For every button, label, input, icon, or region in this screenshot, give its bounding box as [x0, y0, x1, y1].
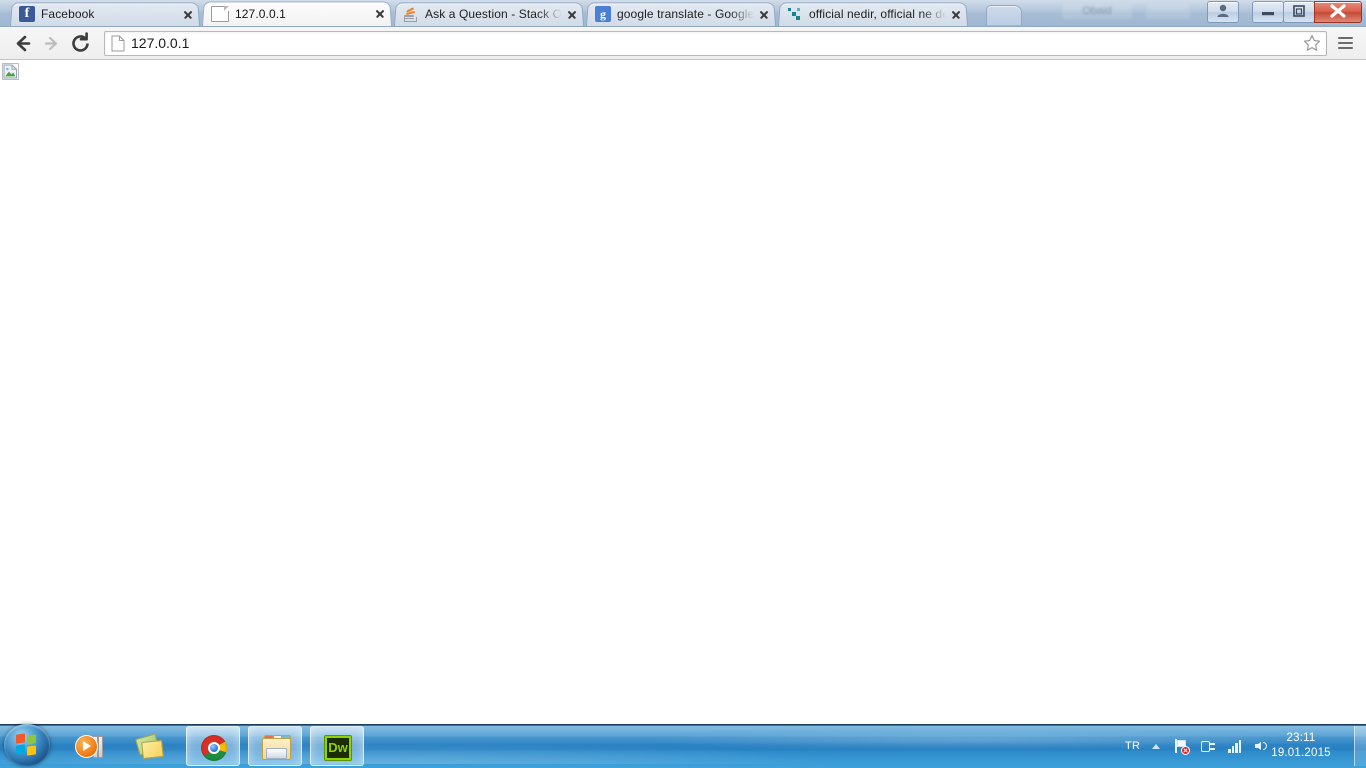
screen: f Facebook 127.0.0.1 Ask a Question - St…	[0, 0, 1366, 768]
language-indicator[interactable]: TR	[1125, 740, 1140, 752]
signal-bars-icon[interactable]	[1227, 738, 1243, 754]
star-icon	[1303, 35, 1321, 51]
address-bar[interactable]: 127.0.0.1	[104, 30, 1327, 56]
google-icon: g	[595, 6, 611, 22]
forward-arrow-icon	[44, 36, 58, 50]
minimize-icon	[1262, 12, 1274, 16]
clock-date: 19.01.2015	[1271, 747, 1331, 759]
tab-title: 127.0.0.1	[235, 6, 286, 21]
user-profile-button[interactable]	[1207, 1, 1239, 23]
bookmark-star-button[interactable]	[1302, 33, 1322, 53]
windows-logo-icon	[16, 733, 38, 756]
close-icon	[1330, 4, 1346, 18]
windows-taskbar: Dw TR 23:11 19.01.2015	[0, 724, 1366, 768]
action-center-flag-icon[interactable]	[1173, 738, 1191, 755]
broken-image-icon[interactable]	[2, 63, 19, 80]
forward-button[interactable]	[37, 29, 66, 58]
tab-title: Facebook	[41, 7, 95, 21]
page-viewport	[0, 60, 1366, 724]
taskbar-item-explorer[interactable]	[124, 726, 178, 766]
reload-button[interactable]	[66, 29, 95, 58]
chrome-menu-button[interactable]	[1333, 30, 1358, 56]
window-caption-ghost-avatar	[1146, 4, 1190, 19]
restore-icon	[1293, 5, 1305, 17]
hamburger-line	[1338, 47, 1353, 50]
chrome-browser-window: f Facebook 127.0.0.1 Ask a Question - St…	[0, 0, 1366, 724]
folders-icon	[135, 733, 165, 760]
network-plug-icon[interactable]	[1200, 738, 1216, 754]
tab-close-icon[interactable]	[180, 6, 196, 22]
hamburger-line	[1338, 37, 1353, 40]
taskbar-item-dreamweaver[interactable]: Dw	[310, 726, 364, 766]
reload-icon	[72, 31, 89, 52]
back-arrow-icon	[16, 35, 31, 51]
maximize-restore-button[interactable]	[1283, 1, 1315, 23]
user-icon	[1217, 4, 1229, 17]
media-player-icon	[75, 734, 103, 760]
browser-toolbar: 127.0.0.1	[0, 27, 1366, 60]
tab-stack-overflow[interactable]: Ask a Question - Stack Ov	[394, 2, 584, 26]
teal-squares-icon	[787, 6, 803, 22]
start-button[interactable]	[4, 724, 50, 766]
tab-title: google translate - Google	[617, 7, 754, 21]
tab-title: Ask a Question - Stack Ov	[425, 7, 562, 21]
tab-127-0-0-1[interactable]: 127.0.0.1	[202, 1, 392, 26]
dreamweaver-label: Dw	[327, 738, 349, 758]
facebook-icon: f	[19, 6, 35, 22]
minimize-button[interactable]	[1252, 1, 1284, 23]
taskbar-clock[interactable]: 23:11 19.01.2015	[1262, 724, 1340, 768]
tab-facebook[interactable]: f Facebook	[10, 2, 200, 26]
broken-image-glyph	[3, 64, 17, 79]
tab-close-icon[interactable]	[372, 6, 388, 22]
tab-close-icon[interactable]	[564, 6, 580, 22]
document-icon	[211, 6, 229, 22]
tab-close-icon[interactable]	[756, 6, 772, 22]
url-text[interactable]: 127.0.0.1	[131, 32, 1302, 55]
clock-time: 23:11	[1286, 732, 1316, 744]
back-button[interactable]	[8, 29, 37, 58]
system-tray: TR	[1125, 724, 1281, 768]
pictures-icon	[262, 735, 291, 761]
taskbar-item-pictures[interactable]	[248, 726, 302, 766]
tab-close-icon[interactable]	[948, 6, 964, 22]
chrome-icon	[200, 735, 228, 761]
new-tab-button[interactable]	[986, 5, 1022, 25]
tab-strip: f Facebook 127.0.0.1 Ask a Question - St…	[0, 0, 1366, 27]
close-button[interactable]	[1314, 1, 1362, 23]
hamburger-line	[1338, 42, 1353, 45]
window-caption-ghost: Obaid	[1062, 4, 1132, 19]
taskbar-item-chrome[interactable]	[186, 726, 240, 766]
stackoverflow-icon	[403, 6, 419, 22]
tab-title: official nedir, official ne de	[809, 7, 946, 21]
dreamweaver-icon: Dw	[324, 735, 352, 761]
page-document-icon	[111, 35, 125, 51]
taskbar-item-media-player[interactable]	[62, 726, 116, 766]
show-desktop-button[interactable]	[1354, 726, 1366, 766]
tab-official-nedir[interactable]: official nedir, official ne de	[778, 2, 968, 26]
tab-google-translate[interactable]: g google translate - Google	[586, 2, 776, 26]
show-hidden-icons-chevron-icon[interactable]	[1152, 743, 1161, 749]
